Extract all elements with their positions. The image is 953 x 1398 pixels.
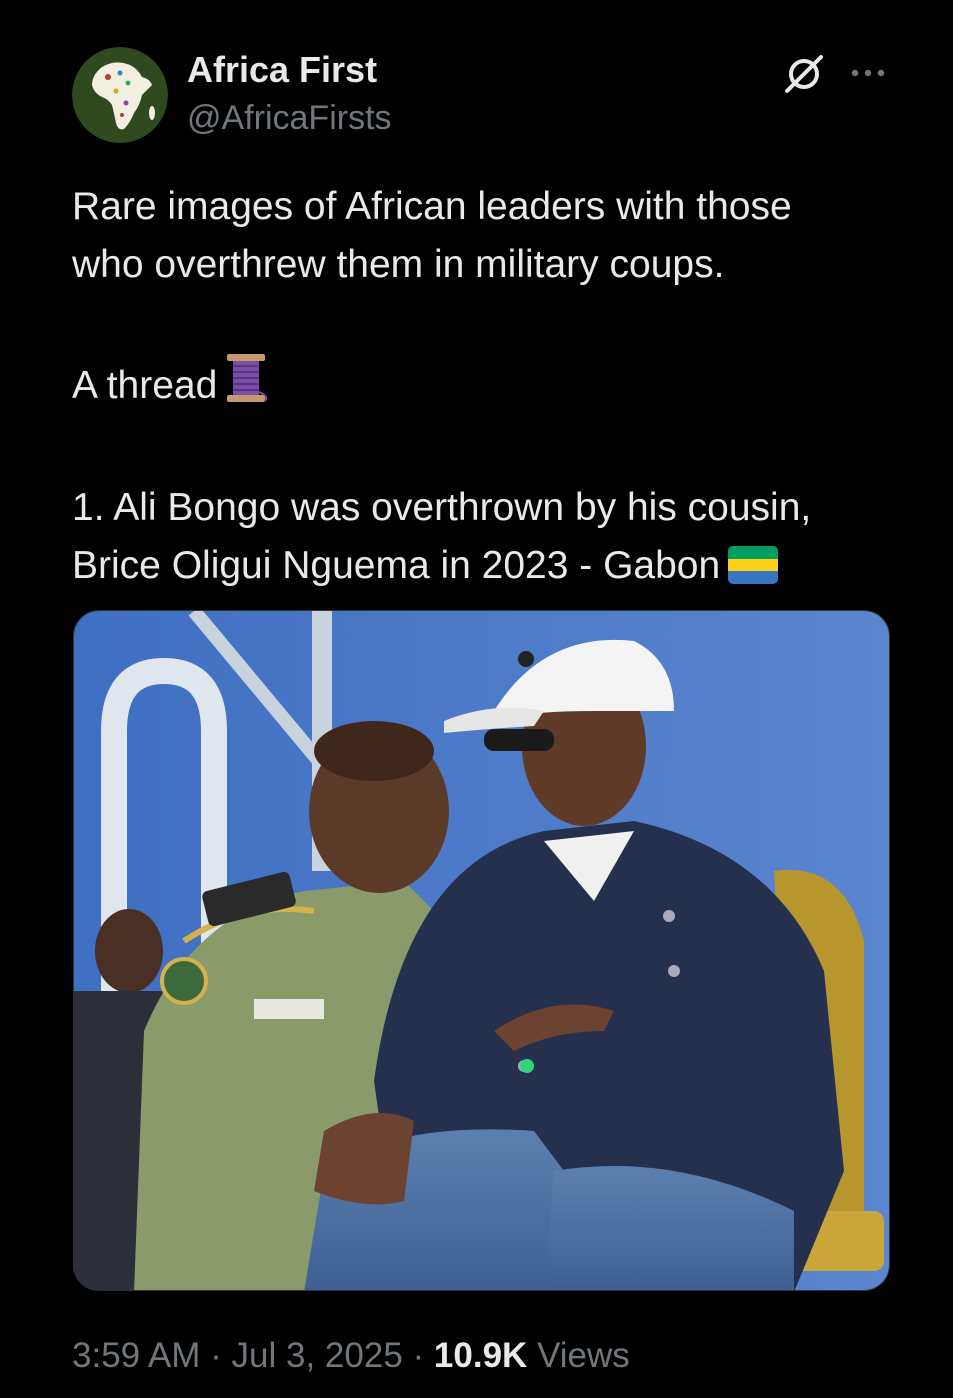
tweet-text-line: 1. Ali Bongo was overthrown by his cousi… [72,486,812,529]
tweet-text-line: who overthrew them in military coups. [72,243,725,286]
tweet-text-segment: Brice Oligui Nguema in 2023 - Gabon [72,544,721,587]
gabon-flag-emoji-icon [728,543,779,601]
tweet-text-line: Rare images of African leaders with thos… [72,185,792,228]
tweet-text: Rare images of African leaders with thos… [72,178,892,601]
thread-label: A thread [72,364,218,407]
tweet-text-line: Brice Oligui Nguema in 2023 - Gabon [72,537,892,601]
meta-separator: · [210,1336,222,1375]
meta-separator: · [412,1336,425,1375]
author-display-name[interactable]: Africa First [187,50,377,90]
grok-icon[interactable] [782,52,826,96]
spool-of-thread-emoji-icon [225,352,271,421]
tweet-date[interactable]: Jul 3, 2025 [232,1336,403,1375]
tweet-meta: 3:59 AM · Jul 3, 2025 · 10.9K Views [72,1334,630,1378]
author-handle[interactable]: @AfricaFirsts [187,98,392,138]
views-label[interactable]: Views [537,1336,630,1375]
avatar[interactable] [72,47,168,143]
more-options-icon[interactable] [848,58,888,88]
africa-map-avatar-icon [72,47,168,143]
tweet-time[interactable]: 3:59 AM [72,1336,200,1375]
tweet-photo[interactable] [73,610,890,1291]
views-count[interactable]: 10.9K [434,1336,527,1375]
tweet-text-line: A thread [72,352,892,421]
